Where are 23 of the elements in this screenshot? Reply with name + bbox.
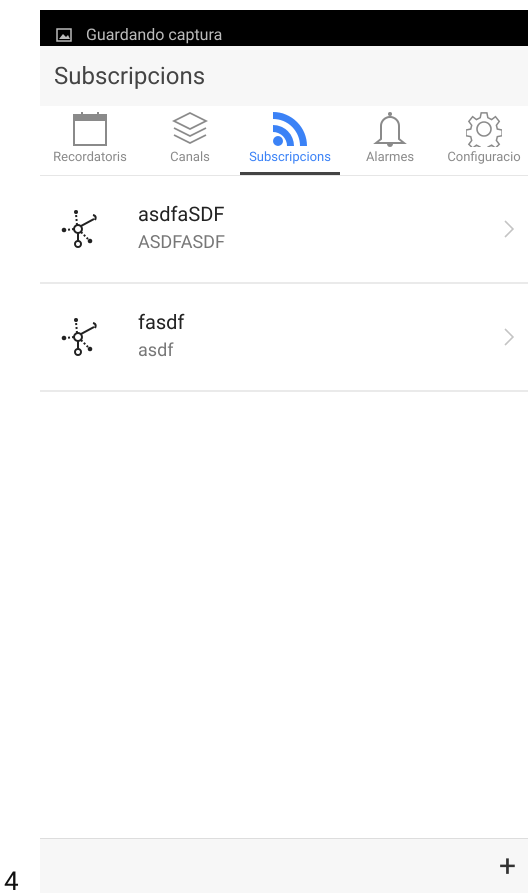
feed-icon bbox=[272, 111, 308, 147]
calendar-icon bbox=[72, 111, 108, 147]
subscription-item[interactable]: fasdf asdf bbox=[40, 284, 528, 392]
chevron-right-icon bbox=[504, 328, 514, 346]
subscription-title: fasdf bbox=[138, 310, 186, 334]
tab[interactable]: Canals bbox=[140, 106, 240, 175]
image-icon bbox=[56, 27, 72, 43]
tab[interactable]: Recordatoris bbox=[40, 106, 140, 175]
tab[interactable]: Alarmes bbox=[340, 106, 440, 175]
layers-icon bbox=[172, 111, 208, 147]
bell-icon bbox=[372, 111, 408, 147]
screen-title: Subscripcions bbox=[54, 62, 206, 90]
tab[interactable]: Configuracio bbox=[440, 106, 528, 175]
subscription-item[interactable]: asdfaSDF ASDFASDF bbox=[40, 176, 528, 284]
subscription-subtitle: asdf bbox=[138, 340, 174, 360]
settings-icon bbox=[466, 111, 502, 147]
add-button[interactable]: + bbox=[486, 848, 528, 884]
notification-text: Guardando captura bbox=[86, 26, 222, 44]
page-number-fragment: 4 bbox=[4, 869, 19, 893]
subscription-subtitle: ASDFASDF bbox=[138, 232, 226, 252]
tab[interactable]: Subscripcions bbox=[240, 106, 340, 175]
subscription-title: asdfaSDF bbox=[138, 202, 226, 226]
chevron-right-icon bbox=[504, 220, 514, 238]
